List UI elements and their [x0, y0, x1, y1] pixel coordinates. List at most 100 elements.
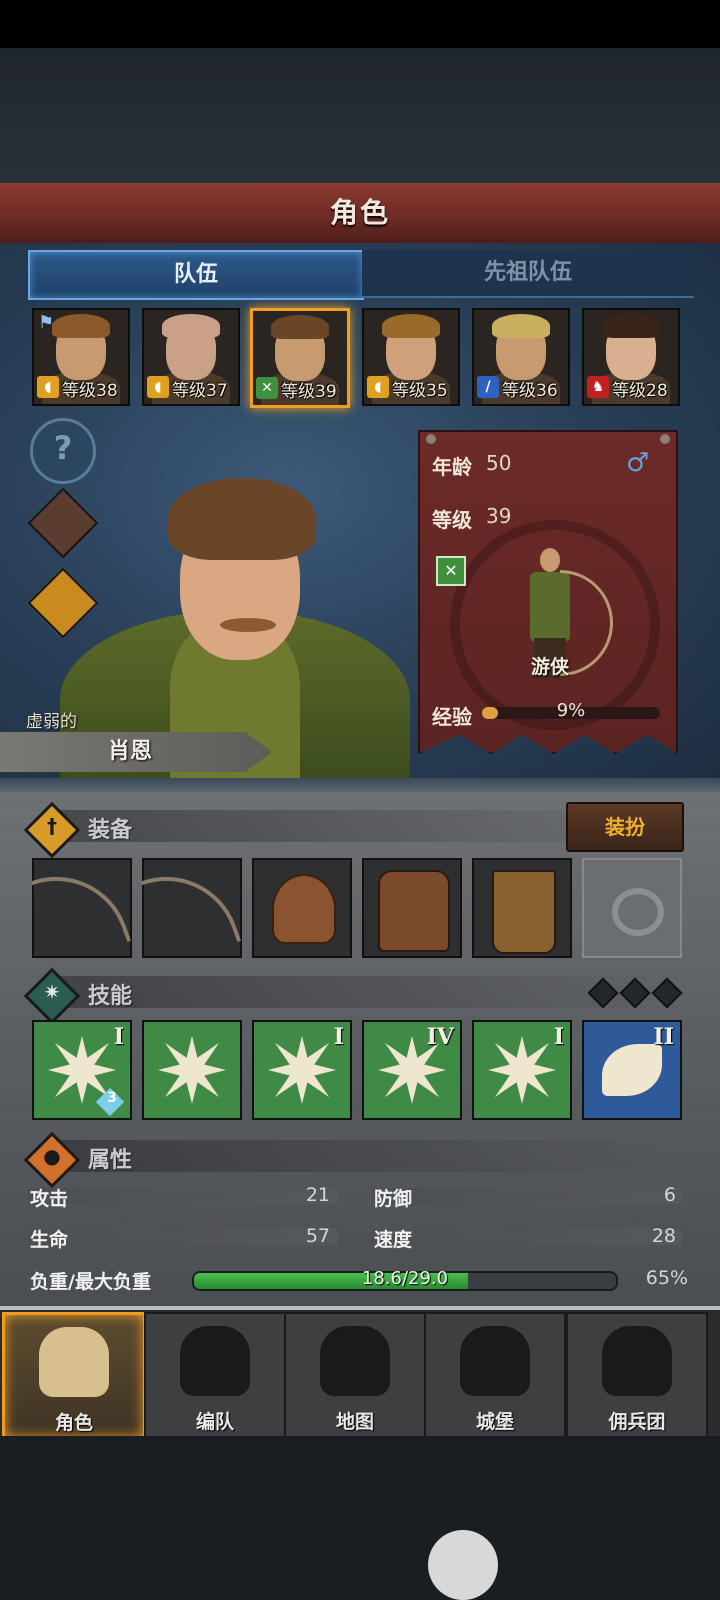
- skill-badge-count: 3: [107, 1090, 117, 1106]
- skill-1[interactable]: I3: [32, 1020, 132, 1120]
- class-name: 游侠: [530, 656, 569, 678]
- burst-arrow-icon: [158, 1036, 226, 1104]
- sword-icon: /: [477, 376, 499, 398]
- bottom-area: [0, 1436, 720, 1600]
- status-bar: [0, 0, 720, 48]
- burst-crystal-icon: [268, 1036, 336, 1104]
- hp-label: 生命: [30, 1229, 69, 1251]
- nav-label: 编队: [195, 1411, 234, 1433]
- nav-label: 佣兵团: [608, 1411, 666, 1433]
- attack-value: 21: [305, 1184, 330, 1206]
- castle-icon: [460, 1326, 530, 1396]
- skill-rank: II: [653, 1024, 674, 1050]
- nav-item-1[interactable]: 角色: [2, 1312, 146, 1440]
- speed-value: 28: [651, 1225, 676, 1247]
- hero-hair: [271, 315, 329, 339]
- roster-hero-3[interactable]: ✕ 等级39: [250, 308, 350, 408]
- equipment-slot-offhand[interactable]: [140, 856, 242, 966]
- attack-label: 攻击: [30, 1188, 69, 1210]
- roster-hero-6[interactable]: ♞ 等级28: [582, 308, 680, 406]
- defense-label: 防御: [374, 1188, 413, 1210]
- header-banner: 角色: [0, 183, 720, 246]
- hero-hair: [52, 314, 110, 338]
- skill-5[interactable]: I: [472, 1020, 572, 1120]
- skills-title: 技能: [88, 984, 133, 1009]
- roster-hero-5[interactable]: / 等级36: [472, 308, 570, 406]
- hero-level: 等级38: [62, 381, 118, 401]
- age-label: 年龄: [432, 455, 472, 479]
- compass-icon: [320, 1326, 390, 1396]
- banner-pin: [660, 434, 670, 444]
- banner-pin: [426, 434, 436, 444]
- skill-3[interactable]: I: [252, 1020, 352, 1120]
- roster-hero-1[interactable]: ⚑ ◖ 等级38: [32, 308, 130, 406]
- bow-icon: [140, 856, 242, 966]
- roster-hero-4[interactable]: ◖ 等级35: [362, 308, 460, 406]
- roster-hero-2[interactable]: ◖ 等级37: [142, 308, 240, 406]
- helmet-icon: [272, 874, 336, 944]
- portrait-mustache: [220, 618, 276, 632]
- dress-up-button[interactable]: 装扮: [566, 802, 684, 852]
- equipment-title: 装备: [88, 818, 133, 843]
- hero-hair: [492, 314, 550, 338]
- ranger-head: [540, 548, 560, 572]
- ranger-class-icon[interactable]: ✕: [436, 556, 466, 586]
- level-label: 等级: [432, 508, 472, 532]
- speed-label: 速度: [374, 1229, 413, 1251]
- hero-hair: [162, 314, 220, 338]
- floating-home-button[interactable]: [428, 1530, 498, 1600]
- armor-icon: [378, 870, 450, 952]
- skill-4[interactable]: IV: [362, 1020, 462, 1120]
- burst-small-icon: [488, 1036, 556, 1104]
- wing-icon: [602, 1044, 662, 1096]
- dagger-glyph: †: [47, 814, 57, 838]
- skill-rank: I: [333, 1024, 344, 1050]
- leader-flag-icon: ⚑: [38, 312, 55, 333]
- attributes-header-strip: [46, 1140, 666, 1172]
- nav-label: 城堡: [475, 1411, 514, 1433]
- weight-label: 负重/最大负重: [30, 1271, 151, 1293]
- page-title: 角色: [329, 196, 390, 229]
- bow-x-icon: ✕: [256, 377, 278, 399]
- knight-icon: [39, 1327, 109, 1397]
- bow-icon: [30, 856, 132, 966]
- beast-icon: ♞: [587, 376, 609, 398]
- nav-item-2[interactable]: 编队: [144, 1312, 286, 1438]
- skill-rank: I: [113, 1024, 124, 1050]
- portrait-hair: [168, 478, 316, 560]
- background-top: [0, 48, 720, 183]
- nav-item-5[interactable]: 佣兵团: [566, 1312, 708, 1438]
- tab-ancestor-party[interactable]: 先祖队伍: [362, 250, 694, 298]
- skills-header-strip: [46, 976, 666, 1008]
- nav-item-3[interactable]: 地图: [284, 1312, 426, 1438]
- skill-rank: IV: [426, 1024, 454, 1050]
- hero-level: 等级36: [502, 381, 558, 401]
- defense-value: 6: [663, 1184, 676, 1206]
- character-name[interactable]: 肖恩: [0, 732, 260, 772]
- exp-percent: 9%: [556, 700, 586, 721]
- weight-value: 18.6/29.0: [361, 1268, 449, 1289]
- skill-6[interactable]: II: [582, 1020, 682, 1120]
- hero-level: 等级37: [172, 381, 228, 401]
- equipment-slot-boots[interactable]: [472, 858, 572, 958]
- equipment-slot-helmet[interactable]: [252, 858, 352, 958]
- shield-icon: ◖: [147, 376, 169, 398]
- helmet-icon: [180, 1326, 250, 1396]
- mercenary-icon: [602, 1326, 672, 1396]
- hero-level: 等级28: [612, 381, 668, 401]
- nav-item-4[interactable]: 城堡: [424, 1312, 566, 1438]
- equipment-slot-weapon[interactable]: [30, 856, 132, 966]
- attributes-title: 属性: [88, 1148, 133, 1173]
- skill-2[interactable]: [142, 1020, 242, 1120]
- exp-label: 经验: [432, 705, 472, 729]
- tab-party[interactable]: 队伍: [28, 250, 364, 300]
- equipment-slot-ring[interactable]: [582, 858, 682, 958]
- equipment-slot-armor[interactable]: [362, 858, 462, 958]
- boots-icon: [492, 870, 556, 954]
- nav-label: 地图: [335, 1411, 374, 1433]
- age-value: 50: [486, 451, 512, 475]
- level-value: 39: [486, 504, 512, 528]
- nav-label: 角色: [54, 1412, 93, 1434]
- panel-divider: [0, 778, 720, 792]
- male-icon: ♂: [626, 448, 650, 478]
